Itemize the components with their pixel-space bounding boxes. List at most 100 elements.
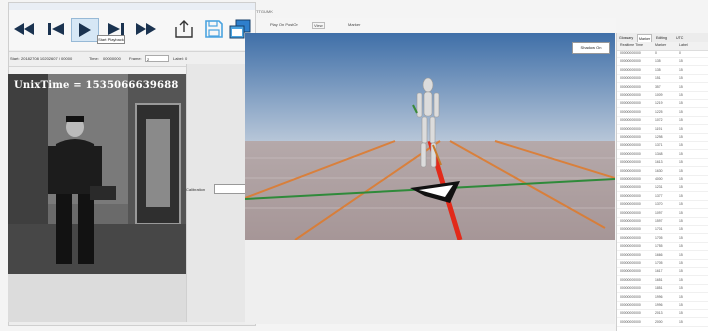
- table-cell: 1219: [655, 101, 663, 106]
- table-cell: 00000000000: [620, 109, 641, 114]
- table-cell: 00000000000: [620, 76, 641, 81]
- table-cell: 00000000000: [620, 51, 641, 55]
- table-cell: 00000000000: [620, 126, 641, 131]
- table-cell: 15: [679, 235, 683, 240]
- table-cell: 00000000000: [620, 227, 641, 232]
- table-cell: 15: [679, 286, 683, 291]
- table-cell: 1191: [655, 126, 663, 131]
- table-row[interactable]: 00000000000 1755 15: [617, 243, 708, 252]
- calibration-input[interactable]: [214, 184, 246, 194]
- table-row[interactable]: 00000000000 151 15: [617, 75, 708, 84]
- tab-editing[interactable]: Editing: [655, 34, 668, 42]
- table-cell: 1298: [655, 135, 663, 139]
- table-cell: 1009: [655, 93, 663, 97]
- save-button[interactable]: [201, 18, 227, 40]
- table-row[interactable]: 00000000000 135 15: [617, 58, 708, 67]
- table-row[interactable]: 00000000000 1348 15: [617, 151, 708, 159]
- tab-utc[interactable]: UTC: [675, 34, 684, 42]
- table-row[interactable]: 00000000000 4000 15: [617, 176, 708, 184]
- column-header-marker[interactable]: Marker: [655, 43, 666, 47]
- table-cell: 1705: [655, 235, 663, 240]
- table-cell: 15: [679, 252, 683, 257]
- table-cell: 15: [679, 227, 683, 232]
- table-cell: 00000000000: [620, 135, 641, 139]
- time-value: 00000000: [103, 56, 121, 61]
- table-row[interactable]: 00000000000 1617 15: [617, 268, 708, 277]
- 3d-scene: [245, 33, 615, 240]
- fast-forward-icon: [136, 23, 156, 35]
- table-row[interactable]: 00000000000 357 15: [617, 84, 708, 92]
- table-row[interactable]: 00000000000 1370 15: [617, 201, 708, 210]
- table-row[interactable]: 00000000000 1597 15: [617, 218, 708, 226]
- shadow-toggle-button[interactable]: Shadow On: [572, 42, 610, 54]
- table-row[interactable]: 00000000000 1630 15: [617, 168, 708, 176]
- menu-view[interactable]: View: [312, 22, 325, 29]
- time-label: Time:: [89, 56, 99, 61]
- table-row[interactable]: 00000000000 1191 15: [617, 126, 708, 134]
- marker-table: 00000000000 0 0 00000000000 135 15 00000000000…: [617, 50, 708, 331]
- table-row[interactable]: 00000000000 2013 15: [617, 310, 708, 319]
- export-button[interactable]: [171, 18, 197, 40]
- table-cell: 1072: [655, 118, 663, 123]
- table-row[interactable]: 00000000000 1231 15: [617, 184, 708, 193]
- table-row[interactable]: 00000000000 1097 15: [617, 210, 708, 218]
- table-row[interactable]: 00000000000 1225 15: [617, 109, 708, 117]
- skip-back-icon: [48, 23, 64, 35]
- table-row[interactable]: 00000000000 1613 15: [617, 159, 708, 168]
- table-row[interactable]: 00000000000 1666 15: [617, 252, 708, 260]
- unix-time-overlay: UnixTime = 1535066639688: [14, 80, 179, 91]
- play-icon: [79, 23, 91, 37]
- table-row[interactable]: 00000000000 1377 15: [617, 193, 708, 201]
- column-header-label[interactable]: Label: [679, 43, 688, 47]
- table-cell: 15: [679, 261, 683, 265]
- skip-back-button[interactable]: [43, 18, 69, 40]
- table-cell: 00000000000: [620, 101, 641, 106]
- table-cell: 00000000000: [620, 210, 641, 215]
- menu-playback[interactable]: Play On PostOr: [270, 22, 298, 27]
- table-row[interactable]: 00000000000 1851 15: [617, 285, 708, 294]
- table-row[interactable]: 00000000000 135 15: [617, 67, 708, 75]
- table-row[interactable]: 00000000000 1371 15: [617, 142, 708, 151]
- column-header-realtime[interactable]: Realtime Time: [620, 43, 643, 47]
- 3d-viewport[interactable]: [245, 33, 615, 240]
- table-row[interactable]: 00000000000 1651 15: [617, 277, 708, 285]
- table-cell: 00000000000: [620, 269, 641, 274]
- table-cell: 1617: [655, 269, 663, 274]
- table-row[interactable]: 00000000000 1009 15: [617, 92, 708, 100]
- play-button[interactable]: [71, 18, 99, 42]
- table-cell: 4000: [655, 177, 663, 181]
- table-cell: 00000000000: [620, 286, 641, 291]
- table-cell: 15: [679, 67, 683, 72]
- table-row[interactable]: 00000000000 1705 15: [617, 235, 708, 243]
- table-cell: 15: [679, 319, 683, 324]
- table-cell: 15: [679, 219, 683, 223]
- table-cell: 15: [679, 59, 683, 64]
- table-cell: 1348: [655, 151, 663, 156]
- table-row[interactable]: 00000000000 2000 15: [617, 319, 708, 327]
- table-cell: 00000000000: [620, 235, 641, 240]
- table-row[interactable]: 00000000000 1219 15: [617, 100, 708, 109]
- tab-glossary[interactable]: Glossary: [618, 34, 634, 42]
- table-cell: 00000000000: [620, 151, 641, 156]
- viewer-footer: [245, 240, 615, 324]
- table-cell: 00000000000: [620, 277, 641, 282]
- table-cell: 00000000000: [620, 303, 641, 307]
- calibration-label: Calibration: [186, 187, 206, 192]
- table-row[interactable]: 00000000000 1996 15: [617, 302, 708, 310]
- tab-bar: Glossary Marker Editing UTC: [617, 33, 708, 43]
- frame-field[interactable]: 2: [145, 55, 169, 62]
- table-row[interactable]: 00000000000 1705 15: [617, 260, 708, 268]
- menu-marker[interactable]: Marker: [348, 22, 360, 27]
- table-row[interactable]: 00000000000 1701 15: [617, 226, 708, 235]
- fast-forward-button[interactable]: [133, 18, 159, 40]
- table-cell: 1097: [655, 210, 663, 215]
- table-row[interactable]: 00000000000 1298 15: [617, 134, 708, 142]
- table-row[interactable]: 00000000000 0 0: [617, 50, 708, 58]
- table-cell: 135: [655, 67, 661, 72]
- export-icon: [175, 20, 193, 38]
- table-cell: 15: [679, 244, 683, 249]
- table-cell: 135: [655, 59, 661, 64]
- table-row[interactable]: 00000000000 1072 15: [617, 117, 708, 126]
- fast-backward-button[interactable]: [11, 18, 37, 40]
- table-row[interactable]: 00000000000 1996 15: [617, 294, 708, 302]
